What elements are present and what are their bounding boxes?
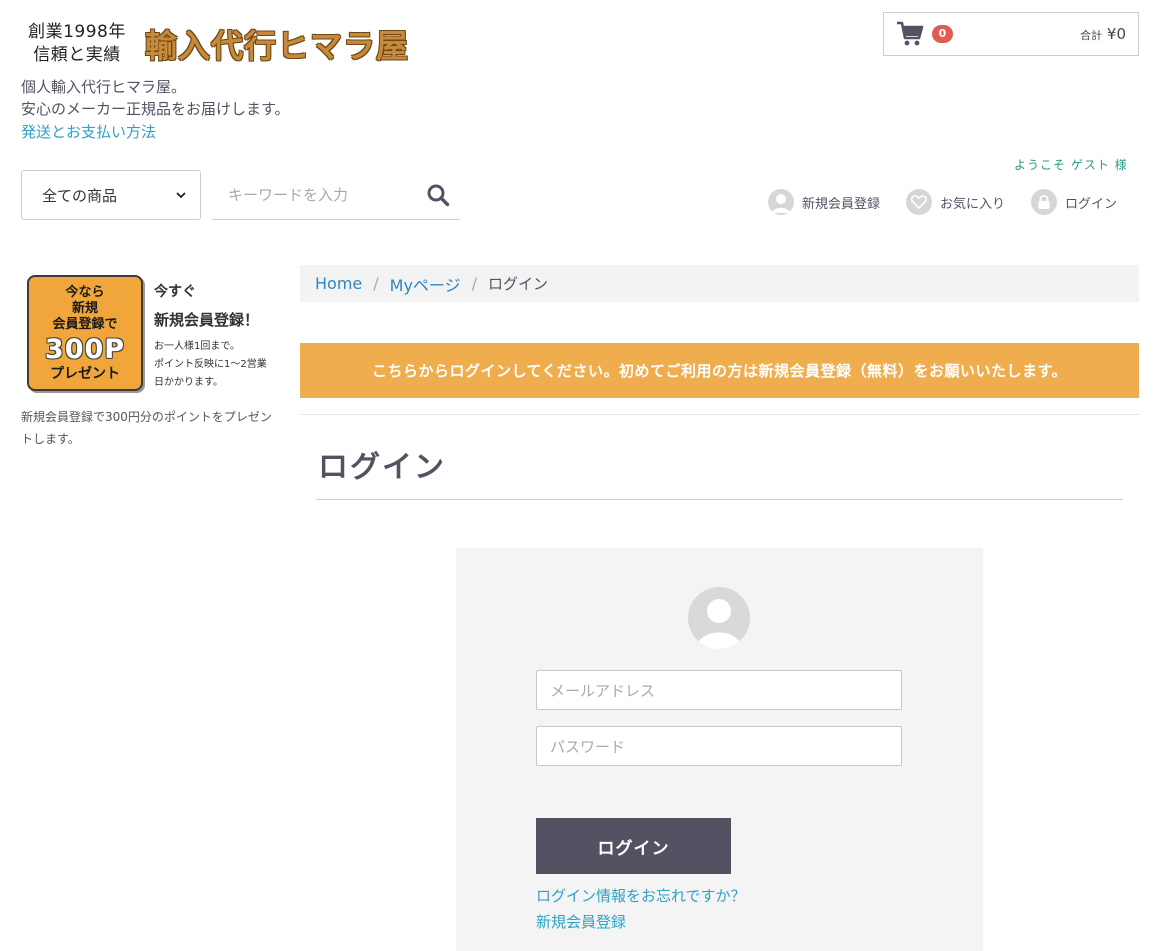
forgot-password-link[interactable]: ログイン情報をお忘れですか？ [536,885,746,906]
search-icon[interactable] [426,183,450,207]
nav-register[interactable]: 新規会員登録 [768,189,880,215]
logo-slogan-line2: 信頼と実績 [33,45,121,65]
avatar-icon [688,587,750,649]
promo-badge-line2: 新規 [71,301,98,316]
promo-badge-text: 今なら 新規 会員登録で [29,277,141,333]
breadcrumb-separator: / [471,274,477,293]
heart-icon [906,189,933,215]
promo-badge-line1: 今なら [65,285,105,300]
logo-brand-name: 輸入代行ヒマラ屋 [145,27,410,65]
password-placeholder: パスワード [550,737,626,756]
promo-text-line1: 今すぐ [154,284,196,300]
nav-login-label: ログイン [1065,196,1118,212]
nav-register-label: 新規会員登録 [802,196,881,212]
keyword-placeholder: キーワードを入力 [228,186,349,204]
welcome-message: ようこそ ゲスト 様 [1014,158,1128,172]
promo-text-notes: お一人様1回まで。 ポイント反映に1～2営業 日かかります。 [154,338,284,392]
nav-favorites-label: お気に入り [940,196,1006,212]
tagline-line1: 個人輸入代行ヒマラ屋。 [21,78,187,96]
page-title: ログイン [318,450,446,485]
promo-note-line3: 日かかります。 [154,377,223,388]
logo-slogan-line1: 創業1998年 [28,22,126,42]
password-field[interactable]: パスワード [536,726,902,766]
cart-total: 合計 ¥0 [1080,25,1126,43]
nav-favorites[interactable]: お気に入り [906,189,1005,215]
breadcrumb-home[interactable]: Home [315,274,362,293]
promo-note-line1: お一人様1回まで。 [154,341,240,352]
cart-icon [897,21,924,46]
breadcrumb-current: ログイン [488,275,549,293]
site-logo[interactable]: 創業1998年 信頼と実績 輸入代行ヒマラ屋 [21,14,415,74]
breadcrumb-separator: / [373,274,379,293]
promo-text-line2: 新規会員登録！ [154,311,260,329]
nav-login[interactable]: ログイン [1031,189,1117,215]
cart-total-value: ¥0 [1106,25,1126,43]
register-link[interactable]: 新規会員登録 [536,911,626,932]
chevron-down-icon [176,191,186,198]
signup-promo-banner[interactable]: 今なら 新規 会員登録で 300P プレゼント 今すぐ 新規会員登録！ お一人様… [26,274,278,394]
login-alert: こちらからログインしてください。初めてご利用の方は新規会員登録（無料）をお願いい… [300,343,1139,398]
keyword-search-input[interactable]: キーワードを入力 [212,170,460,220]
cart-total-label: 合計 [1080,29,1103,42]
login-button[interactable]: ログイン [536,818,731,874]
promo-points: 300P [44,334,126,365]
promo-text: 今すぐ 新規会員登録！ お一人様1回まで。 ポイント反映に1～2営業 日かかりま… [154,278,284,392]
title-divider [316,499,1123,500]
shipping-payment-link[interactable]: 発送とお支払い方法 [21,121,156,142]
side-note: 新規会員登録で300円分のポイントをプレゼントします。 [21,410,272,446]
breadcrumb-mypage[interactable]: Myページ [390,272,461,296]
member-nav: 新規会員登録 お気に入り ログイン [768,189,1117,215]
lock-icon [1031,189,1058,215]
email-placeholder: メールアドレス [550,681,656,700]
cart-count-badge: 0 [932,25,953,43]
site-tagline: 個人輸入代行ヒマラ屋。 安心のメーカー正規品をお届けします。 [21,76,290,120]
category-select[interactable]: 全ての商品 [21,170,201,220]
section-divider [300,414,1139,415]
user-icon [768,189,794,215]
promo-gift: プレゼント [50,366,120,382]
logo-slogan: 創業1998年 信頼と実績 [21,21,133,67]
email-field[interactable]: メールアドレス [536,670,902,710]
cart-summary[interactable]: 0 合計 ¥0 [883,12,1139,56]
breadcrumb: Home / Myページ / ログイン [300,265,1139,302]
category-selected-value: 全ての商品 [42,186,118,205]
promo-badge: 今なら 新規 会員登録で 300P プレゼント [27,275,143,391]
tagline-line2: 安心のメーカー正規品をお届けします。 [21,100,290,118]
promo-badge-line3: 会員登録で [52,317,118,332]
promo-note-line2: ポイント反映に1～2営業 [154,359,267,370]
